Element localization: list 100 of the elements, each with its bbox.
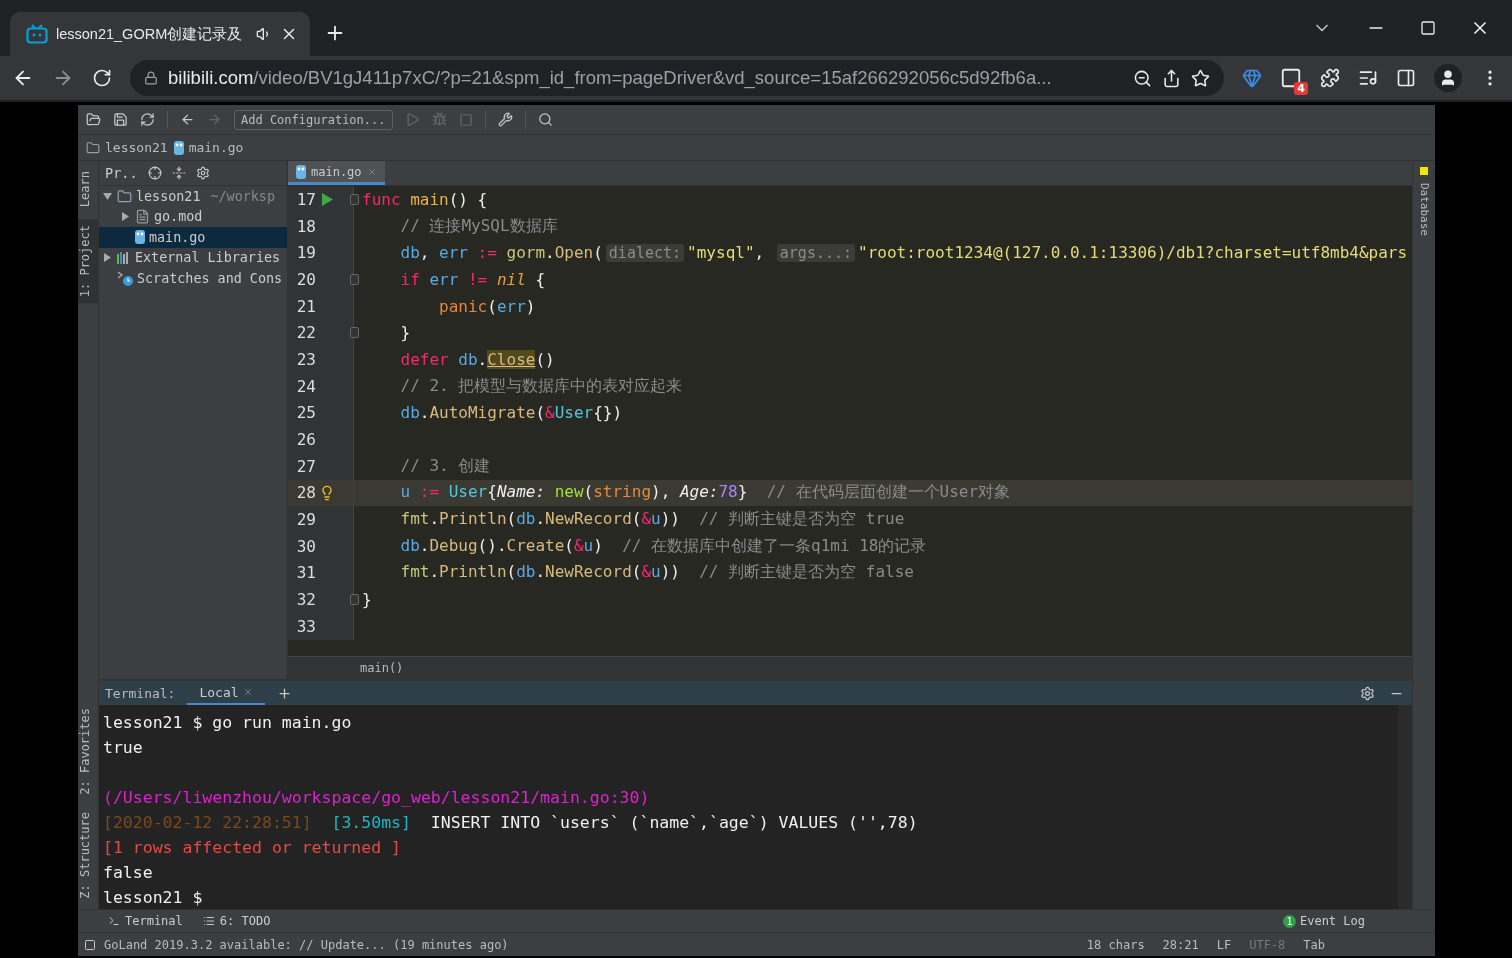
- code-line: fmt.Println(db.NewRecord(&u)) // 判断主键是否为空 true: [399, 509, 905, 531]
- line-number: 29: [295, 510, 316, 530]
- file-icon: [135, 209, 150, 225]
- fold-marker[interactable]: [350, 594, 359, 606]
- terminal-line: [2020-02-12 22:28:51] [3.50ms] INSERT INTO `users` (`name`,`age`) VALUES ('',78): [103, 813, 918, 832]
- expanded-arrow-icon[interactable]: [103, 191, 112, 201]
- back-icon[interactable]: [180, 112, 195, 127]
- tool-window-tab[interactable]: Terminal: [108, 914, 183, 928]
- settings-icon[interactable]: [195, 166, 210, 180]
- line-number: 24: [295, 376, 316, 396]
- status-item[interactable]: Tab: [1303, 937, 1325, 952]
- event-log-tab[interactable]: 1 Event Log: [1282, 914, 1365, 928]
- line-number: 32: [295, 590, 316, 610]
- code-line: }: [399, 323, 411, 343]
- collapse-icon[interactable]: [171, 166, 186, 180]
- status-item[interactable]: 28:21: [1162, 937, 1199, 952]
- save-icon[interactable]: [113, 112, 128, 127]
- lock-icon: [144, 71, 158, 85]
- line-number: 21: [295, 296, 316, 316]
- maximize-icon[interactable]: [1420, 20, 1436, 36]
- address-bar[interactable]: bilibili.com/video/BV1gJ411p7xC/?p=21&spm_id_from=pageDriver&vd_source=15af266292056c5d92fb6a...: [130, 60, 1224, 96]
- wrench-icon[interactable]: [497, 112, 513, 127]
- tool-window-tab[interactable]: Learn: [78, 165, 98, 214]
- inspection-marker[interactable]: [1420, 167, 1428, 175]
- tool-window-tab[interactable]: 2: Favorites: [78, 701, 98, 801]
- share-icon[interactable]: [1162, 68, 1181, 88]
- line-number: 17: [295, 189, 316, 209]
- side-panel-icon[interactable]: [1396, 68, 1416, 88]
- zoom-out-icon[interactable]: [1133, 68, 1152, 88]
- tv-icon: [26, 24, 48, 44]
- code-line: func main() {: [362, 189, 488, 209]
- notification-badge: 4: [1294, 82, 1308, 95]
- code-line: defer db.Close(): [399, 349, 555, 369]
- tool-window-tab[interactable]: Database: [1417, 175, 1431, 244]
- tree-item[interactable]: External Libraries: [99, 247, 287, 268]
- folder-icon[interactable]: [86, 112, 101, 127]
- folder-icon: [117, 188, 132, 204]
- terminal-line: [1 rows affected or returned ]: [103, 838, 401, 857]
- tree-item[interactable]: lesson21 ~/worksp: [99, 186, 287, 207]
- terminal-icon: [108, 915, 120, 927]
- reload-icon[interactable]: [92, 68, 112, 88]
- fold-marker[interactable]: [350, 327, 359, 339]
- status-item[interactable]: 18 chars: [1086, 937, 1145, 952]
- terminal-line: true: [103, 738, 143, 757]
- media-list-icon[interactable]: [1358, 68, 1378, 88]
- tool-window-tab[interactable]: Z: Structure: [78, 806, 98, 905]
- search-icon[interactable]: [537, 112, 553, 127]
- code-line: db.Debug().Create(&u) // 在数据库中创建了一条q1mi 18的记录: [399, 535, 927, 557]
- line-number: 26: [295, 430, 316, 450]
- panel-toggle-icon[interactable]: [84, 938, 96, 951]
- status-message: GoLand 2019.3.2 available: // Update... (19 minutes ago): [104, 937, 509, 952]
- collapsed-arrow-icon[interactable]: [121, 212, 130, 222]
- code-line: if err != nil {: [399, 269, 546, 289]
- code-line: // 3. 创建: [399, 455, 491, 477]
- run-icon[interactable]: [321, 192, 333, 206]
- status-item[interactable]: LF: [1216, 937, 1232, 952]
- puzzle-icon[interactable]: [1320, 68, 1340, 88]
- fold-marker[interactable]: [350, 273, 359, 285]
- tree-item[interactable]: go.mod: [99, 206, 287, 227]
- profile-avatar[interactable]: [1434, 64, 1462, 92]
- line-number: 22: [295, 323, 316, 343]
- lightbulb-icon[interactable]: [319, 484, 335, 501]
- breadcrumb-item[interactable]: main.go: [173, 140, 244, 155]
- browser-tab[interactable]: lesson21_GORM创建记录及: [10, 12, 310, 56]
- fold-marker[interactable]: [350, 193, 359, 205]
- line-number: 27: [295, 456, 316, 476]
- code-line: // 连接MySQL数据库: [399, 215, 558, 237]
- terminal-title: Terminal:: [105, 685, 176, 701]
- go-file-icon: [135, 230, 145, 245]
- code-line: u := User{Name: new(string), Age:78} // 在代码层面创建一个User对象: [399, 482, 1011, 504]
- list-icon: [202, 915, 215, 927]
- project-view-selector[interactable]: Pr..: [105, 165, 138, 181]
- editor-tab[interactable]: main.go: [288, 161, 385, 185]
- function-breadcrumb[interactable]: main(): [360, 661, 404, 676]
- code-line: fmt.Println(db.NewRecord(&u)) // 判断主键是否为空 false: [399, 562, 914, 584]
- tool-window-tab[interactable]: 1: Project: [78, 219, 98, 304]
- line-number: 20: [295, 269, 316, 289]
- star-icon[interactable]: [1191, 68, 1210, 88]
- line-number: 25: [295, 403, 316, 423]
- line-number: 28: [295, 483, 316, 503]
- go-file-icon: [296, 164, 306, 179]
- code-line: db, err := gorm.Open( dialect: "mysql", args...: "root:root1234@(127.0.0.1:13306)/db1?charset=utf8mb4&pars: [399, 243, 1408, 263]
- line-number: 18: [295, 216, 316, 236]
- run-configuration-button[interactable]: Add Configuration...: [234, 109, 393, 130]
- line-number: 31: [295, 563, 316, 583]
- refresh-icon[interactable]: [140, 112, 155, 127]
- terminal-line: false: [103, 863, 153, 882]
- tree-item[interactable]: main.go: [99, 227, 287, 248]
- breadcrumb-item[interactable]: lesson21: [86, 140, 168, 155]
- go-file-icon: [173, 140, 184, 155]
- tree-item[interactable]: Scratches and Cons: [99, 268, 287, 289]
- locate-icon[interactable]: [147, 166, 162, 180]
- collapsed-arrow-icon[interactable]: [103, 253, 112, 263]
- terminal-line: (/Users/liwenzhou/workspace/go_web/lesson21/main.go:30): [103, 788, 650, 807]
- line-number: 19: [295, 243, 316, 263]
- add-icon[interactable]: [276, 685, 292, 701]
- tool-window-tab[interactable]: 6: TODO: [202, 914, 271, 928]
- settings-icon[interactable]: [1360, 685, 1375, 701]
- line-number: 33: [295, 616, 316, 636]
- diamond-icon[interactable]: [1242, 68, 1262, 88]
